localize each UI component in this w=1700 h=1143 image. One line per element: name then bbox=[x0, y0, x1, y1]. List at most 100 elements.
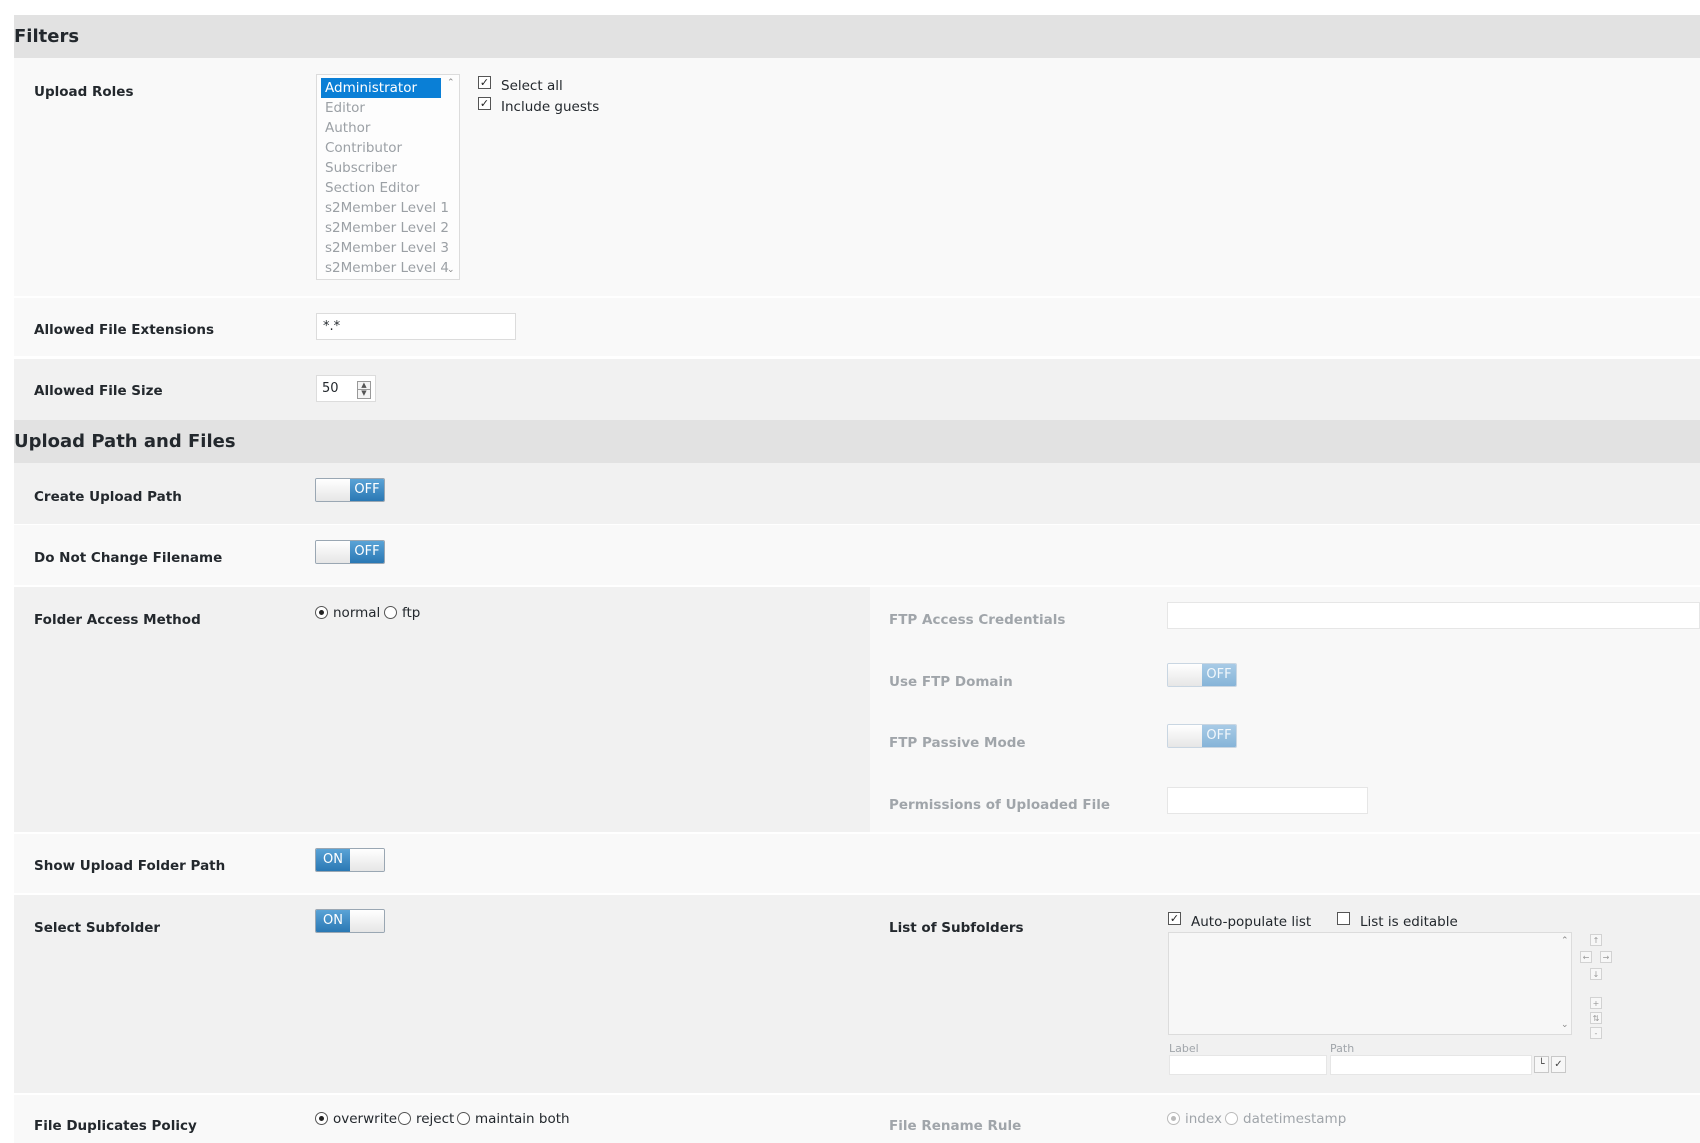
select-all-label: Select all bbox=[501, 78, 563, 94]
move-right-icon[interactable]: → bbox=[1600, 951, 1612, 963]
rename-datetimestamp-radio[interactable] bbox=[1225, 1112, 1238, 1125]
include-guests-label: Include guests bbox=[501, 99, 600, 115]
list-editable-label: List is editable bbox=[1360, 914, 1458, 930]
browse-folder-icon[interactable]: └ bbox=[1534, 1056, 1549, 1073]
toggle-knob bbox=[316, 479, 350, 501]
no-change-filename-label: Do Not Change Filename bbox=[34, 550, 223, 566]
move-down-icon[interactable]: ↓ bbox=[1590, 968, 1602, 980]
move-left-icon[interactable]: ← bbox=[1580, 951, 1592, 963]
include-guests-checkbox[interactable]: ✓ bbox=[478, 97, 491, 110]
auto-populate-checkbox[interactable]: ✓ bbox=[1168, 912, 1181, 925]
toggle-knob bbox=[350, 910, 384, 932]
access-ftp-radio[interactable] bbox=[384, 606, 397, 619]
duplicates-row bbox=[14, 1095, 1700, 1143]
ftp-passive-label: FTP Passive Mode bbox=[889, 735, 1026, 751]
permissions-label: Permissions of Uploaded File bbox=[889, 797, 1111, 813]
role-option-s2member-level-1[interactable]: s2Member Level 1 bbox=[321, 198, 449, 218]
dup-maintain-radio[interactable] bbox=[457, 1112, 470, 1125]
select-all-checkbox[interactable]: ✓ bbox=[478, 76, 491, 89]
subfolder-path-input[interactable] bbox=[1330, 1055, 1532, 1075]
allowed-ext-label: Allowed File Extensions bbox=[34, 322, 215, 338]
toggle-knob bbox=[350, 849, 384, 871]
toggle-state-text: OFF bbox=[1202, 725, 1236, 747]
list-subfolders-label: List of Subfolders bbox=[889, 920, 1024, 936]
role-option-administrator[interactable]: Administrator bbox=[321, 78, 441, 98]
scroll-up-icon[interactable]: ⌃ bbox=[447, 78, 455, 88]
upload-section-header: Upload Path and Files bbox=[14, 420, 1700, 463]
path-field-caption: Path bbox=[1330, 1042, 1355, 1055]
toggle-state-text: ON bbox=[316, 910, 350, 932]
list-editable-checkbox[interactable] bbox=[1337, 912, 1350, 925]
allowed-size-value: 50 bbox=[322, 381, 339, 396]
create-path-row bbox=[14, 463, 1700, 524]
dup-overwrite-label: overwrite bbox=[333, 1111, 398, 1127]
use-ftp-domain-label: Use FTP Domain bbox=[889, 674, 1013, 690]
select-subfolder-toggle[interactable]: ON bbox=[315, 909, 385, 933]
allowed-size-row bbox=[14, 359, 1700, 420]
role-option-contributor[interactable]: Contributor bbox=[321, 138, 441, 158]
toggle-state-text: OFF bbox=[1202, 664, 1236, 686]
role-option-s2member-level-3[interactable]: s2Member Level 3 bbox=[321, 238, 449, 258]
show-folder-path-toggle[interactable]: ON bbox=[315, 848, 385, 872]
dup-reject-label: reject bbox=[416, 1111, 455, 1127]
dup-reject-radio[interactable] bbox=[398, 1112, 411, 1125]
role-option-s2member-level-4[interactable]: s2Member Level 4 bbox=[321, 258, 449, 278]
allowed-ext-row bbox=[14, 298, 1700, 356]
role-option-section-editor[interactable]: Section Editor bbox=[321, 178, 441, 198]
decrement-icon[interactable]: ▼ bbox=[357, 389, 371, 399]
rename-index-radio[interactable] bbox=[1167, 1112, 1180, 1125]
use-ftp-domain-toggle[interactable]: OFF bbox=[1167, 663, 1237, 687]
subfolder-list[interactable]: ⌃ ⌄ bbox=[1168, 932, 1572, 1035]
toggle-state-text: ON bbox=[316, 849, 350, 871]
scroll-up-icon[interactable]: ⌃ bbox=[1561, 936, 1569, 946]
ftp-credentials-label: FTP Access Credentials bbox=[889, 612, 1066, 628]
select-subfolder-label: Select Subfolder bbox=[34, 920, 161, 936]
remove-item-icon[interactable]: - bbox=[1590, 1027, 1602, 1039]
move-up-icon[interactable]: ↑ bbox=[1590, 934, 1602, 946]
dup-maintain-label: maintain both bbox=[475, 1111, 570, 1127]
confirm-check-icon[interactable]: ✓ bbox=[1551, 1056, 1566, 1073]
no-change-filename-toggle[interactable]: OFF bbox=[315, 540, 385, 564]
filters-section-header: Filters bbox=[14, 15, 1700, 58]
allowed-ext-input[interactable] bbox=[316, 313, 516, 340]
label-field-caption: Label bbox=[1169, 1042, 1199, 1055]
ftp-passive-toggle[interactable]: OFF bbox=[1167, 724, 1237, 748]
no-change-filename-row bbox=[14, 525, 1700, 585]
toggle-knob bbox=[316, 541, 350, 563]
access-ftp-label: ftp bbox=[402, 605, 421, 621]
add-item-icon[interactable]: + bbox=[1590, 997, 1602, 1009]
toggle-knob bbox=[1168, 664, 1202, 686]
upload-title: Upload Path and Files bbox=[14, 431, 236, 452]
role-option-editor[interactable]: Editor bbox=[321, 98, 441, 118]
filters-title: Filters bbox=[14, 26, 80, 47]
upload-roles-listbox[interactable]: Administrator Editor Author Contributor … bbox=[316, 74, 460, 280]
show-folder-path-row bbox=[14, 834, 1700, 893]
role-option-subscriber[interactable]: Subscriber bbox=[321, 158, 441, 178]
rename-datetimestamp-label: datetimestamp bbox=[1243, 1111, 1347, 1127]
folder-access-label: Folder Access Method bbox=[34, 612, 201, 628]
create-path-label: Create Upload Path bbox=[34, 489, 182, 505]
role-option-author[interactable]: Author bbox=[321, 118, 441, 138]
toggle-knob bbox=[1168, 725, 1202, 747]
create-path-toggle[interactable]: OFF bbox=[315, 478, 385, 502]
upload-roles-label: Upload Roles bbox=[34, 84, 134, 100]
show-folder-path-label: Show Upload Folder Path bbox=[34, 858, 226, 874]
rename-index-label: index bbox=[1185, 1111, 1222, 1127]
dup-overwrite-radio[interactable] bbox=[315, 1112, 328, 1125]
reorder-icon[interactable]: ⇅ bbox=[1590, 1012, 1602, 1024]
duplicates-label: File Duplicates Policy bbox=[34, 1118, 197, 1134]
access-normal-label: normal bbox=[333, 605, 381, 621]
role-option-s2member-level-2[interactable]: s2Member Level 2 bbox=[321, 218, 449, 238]
access-normal-radio[interactable] bbox=[315, 606, 328, 619]
ftp-credentials-input[interactable] bbox=[1167, 602, 1700, 629]
upload-roles-row bbox=[14, 58, 1700, 296]
scroll-down-icon[interactable]: ⌄ bbox=[1561, 1020, 1569, 1030]
auto-populate-label: Auto-populate list bbox=[1191, 914, 1312, 930]
rename-rule-label: File Rename Rule bbox=[889, 1118, 1022, 1134]
permissions-input[interactable] bbox=[1167, 787, 1368, 814]
roles-scrollbar[interactable]: ⌃ ⌄ bbox=[445, 75, 459, 279]
allowed-size-stepper[interactable]: 50 ▲ ▼ bbox=[316, 375, 376, 402]
allowed-size-label: Allowed File Size bbox=[34, 383, 163, 399]
scroll-down-icon[interactable]: ⌄ bbox=[447, 265, 455, 275]
subfolder-label-input[interactable] bbox=[1169, 1055, 1327, 1075]
